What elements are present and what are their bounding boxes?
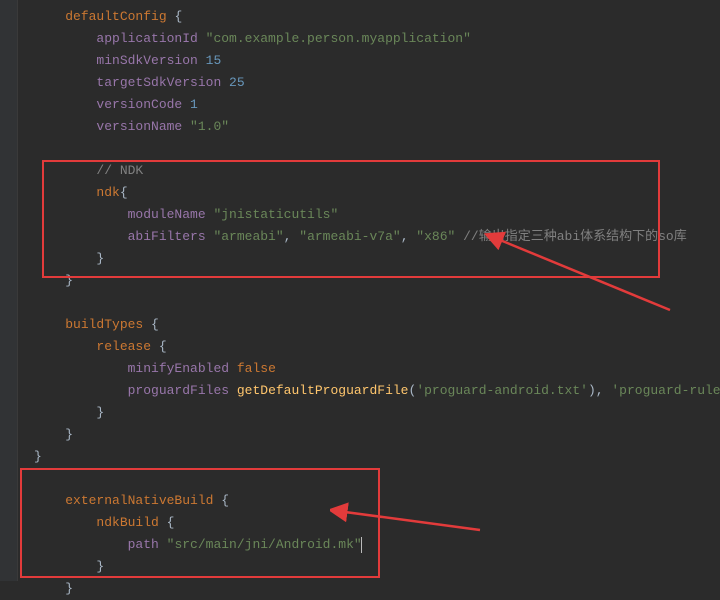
- property: proguardFiles: [128, 383, 229, 398]
- string: "src/main/jni/Android.mk": [159, 537, 362, 552]
- brace: }: [65, 427, 73, 442]
- keyword: release: [96, 339, 151, 354]
- brace: {: [167, 9, 183, 24]
- property: moduleName: [128, 207, 206, 222]
- property: path: [128, 537, 159, 552]
- brace: }: [34, 449, 42, 464]
- property: abiFilters: [128, 229, 206, 244]
- comment: //输出指定三种abi体系结构下的so库: [463, 229, 687, 244]
- string: "1.0": [182, 119, 229, 134]
- function: getDefaultProguardFile: [237, 383, 409, 398]
- keyword: buildTypes: [65, 317, 143, 332]
- string: "jnistaticutils": [206, 207, 339, 222]
- property: applicationId: [96, 31, 197, 46]
- text-cursor: [361, 537, 362, 553]
- keyword: ndk: [96, 185, 119, 200]
- brace: }: [96, 559, 104, 574]
- property: minifyEnabled: [128, 361, 229, 376]
- number: 25: [221, 75, 244, 90]
- keyword: externalNativeBuild: [65, 493, 213, 508]
- brace: {: [159, 515, 175, 530]
- property: minSdkVersion: [96, 53, 197, 68]
- string: "com.example.person.myapplication": [198, 31, 471, 46]
- string: 'proguard-rules.pro': [611, 383, 720, 398]
- string: 'proguard-android.txt': [416, 383, 588, 398]
- number: 1: [182, 97, 198, 112]
- property: versionCode: [96, 97, 182, 112]
- code-editor[interactable]: defaultConfig { applicationId "com.examp…: [18, 0, 720, 581]
- brace: {: [213, 493, 229, 508]
- string: "x86": [416, 229, 455, 244]
- keyword: defaultConfig: [65, 9, 166, 24]
- property: targetSdkVersion: [96, 75, 221, 90]
- boolean: false: [237, 361, 276, 376]
- editor-gutter: [0, 0, 18, 581]
- brace: }: [65, 273, 73, 288]
- brace: {: [120, 185, 128, 200]
- comment: // NDK: [96, 163, 143, 178]
- string: "armeabi": [206, 229, 284, 244]
- number: 15: [198, 53, 221, 68]
- keyword: ndkBuild: [96, 515, 158, 530]
- brace: }: [96, 405, 104, 420]
- brace: {: [151, 339, 167, 354]
- brace: }: [96, 251, 104, 266]
- string: "armeabi-v7a": [299, 229, 400, 244]
- brace: }: [65, 581, 73, 596]
- property: versionName: [96, 119, 182, 134]
- brace: {: [143, 317, 159, 332]
